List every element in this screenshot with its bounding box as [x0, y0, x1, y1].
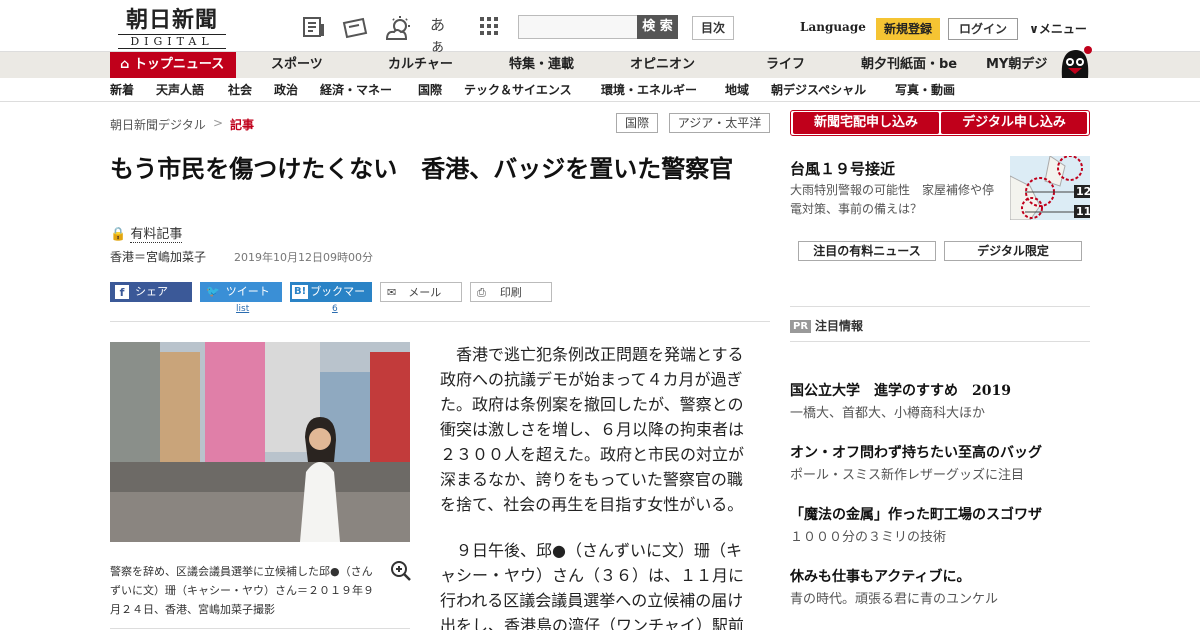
- home-icon: ⌂: [120, 57, 130, 72]
- register-button[interactable]: 新規登録: [876, 18, 940, 40]
- weather-icon[interactable]: [385, 15, 411, 40]
- nav-newspaper[interactable]: 朝夕刊紙面・be: [861, 52, 957, 78]
- hatena-count[interactable]: 6: [332, 304, 338, 314]
- pr-title: 注目情報: [815, 319, 864, 333]
- menu-label: メニュー: [1038, 22, 1087, 36]
- article-title: もう市民を傷つけたくない 香港、バッジを置いた警察官: [110, 155, 734, 183]
- map-label: 12: [1076, 185, 1090, 198]
- asahi-logo[interactable]: 朝日新聞 DIGITAL: [118, 8, 226, 49]
- search-button[interactable]: 検 索: [637, 15, 678, 39]
- logo-subtitle: DIGITAL: [118, 34, 226, 49]
- subscribe-paper-button[interactable]: 新聞宅配申し込み: [793, 112, 939, 134]
- facebook-icon: f: [115, 285, 129, 299]
- pr-item-sub[interactable]: 一橋大、首都大、小樽商科大ほか: [790, 402, 1090, 421]
- twitter-icon: 🐦: [206, 285, 220, 298]
- divider: [790, 306, 1090, 307]
- byline: 香港＝宮嶋加菜子: [110, 250, 207, 264]
- twitter-share-button[interactable]: 🐦 ツイート: [200, 282, 282, 302]
- search-input[interactable]: [518, 15, 638, 39]
- typhoon-subtext[interactable]: 大雨特別警報の可能性 家屋補修や停電対策、事前の備えは？: [790, 181, 1005, 219]
- breadcrumb-home[interactable]: 朝日新聞デジタル: [110, 116, 206, 133]
- logo-title: 朝日新聞: [125, 7, 218, 33]
- nav2-region[interactable]: 地域: [725, 78, 749, 102]
- nav2-society[interactable]: 社会: [228, 78, 252, 102]
- font-size-icon[interactable]: あぁ: [430, 14, 456, 55]
- subscribe-digital-button[interactable]: デジタル申し込み: [941, 112, 1087, 134]
- scrap-icon[interactable]: [341, 15, 368, 39]
- nav-features[interactable]: 特集・連載: [509, 52, 574, 78]
- pr-item-title[interactable]: 「魔法の金属」作った町工場のスゴワザ: [790, 504, 1090, 524]
- nav-sports[interactable]: スポーツ: [271, 52, 323, 78]
- divider: [790, 341, 1090, 342]
- language-link[interactable]: Language: [800, 16, 866, 40]
- print-label: 印刷: [499, 286, 522, 299]
- divider: [110, 321, 770, 322]
- nav-top-news[interactable]: ⌂ トップニュース: [110, 52, 236, 78]
- pr-item-title[interactable]: オン・オフ問わず持ちたい至高のバッグ: [790, 442, 1090, 462]
- tag-asia-pacific[interactable]: アジア・太平洋: [669, 113, 770, 133]
- nav-life[interactable]: ライフ: [766, 52, 805, 78]
- nav2-environment[interactable]: 環境・エネルギー: [601, 78, 697, 102]
- pr-item-sub[interactable]: ポール・スミス新作レザーグッズに注目: [790, 464, 1090, 483]
- print-icon: ⎙: [477, 286, 486, 299]
- twitter-share-label: ツイート: [225, 285, 270, 298]
- pr-item-title[interactable]: 休みも仕事もアクティブに。: [790, 566, 1090, 586]
- toc-button[interactable]: 目次: [692, 16, 734, 40]
- hatena-icon: B!: [292, 285, 309, 299]
- nav-culture[interactable]: カルチャー: [388, 52, 453, 78]
- grid-icon[interactable]: [478, 15, 504, 39]
- site-header: 朝日新聞 DIGITAL あぁ 検 索 目次 Language 新規登録 ログイ…: [0, 0, 1200, 55]
- tab-paid-news[interactable]: 注目の有料ニュース: [798, 241, 936, 261]
- pr-heading: PR 注目情報: [790, 317, 863, 334]
- typhoon-headline[interactable]: 台風１９号接近: [790, 158, 895, 179]
- mail-label: メール: [408, 286, 442, 299]
- mascot-icon: [1056, 44, 1092, 78]
- pr-badge: PR: [790, 320, 812, 333]
- tab-digital-only[interactable]: デジタル限定: [944, 241, 1082, 261]
- paid-label: 有料記事: [130, 227, 183, 243]
- chevron-down-icon: ∨: [1029, 22, 1039, 36]
- facebook-share-label: シェア: [135, 285, 168, 298]
- hatena-bookmark-button[interactable]: B! ブックマーク: [290, 282, 372, 318]
- lock-icon: 🔒: [110, 227, 127, 242]
- nav2-international[interactable]: 国際: [418, 78, 442, 102]
- article-paragraph: ９日午後、邱●（さんずいに文）珊（キャシー・ヤウ）さん（３６）は、１１月に行われ…: [440, 541, 745, 630]
- nav-top-label: トップニュース: [133, 57, 225, 72]
- nav2-photo[interactable]: 写真・動画: [895, 78, 955, 102]
- zoom-icon[interactable]: [390, 560, 412, 582]
- article-photo[interactable]: [110, 342, 410, 542]
- pr-item-sub[interactable]: １０００分の３ミリの技術: [790, 526, 1090, 545]
- newspaper-icon[interactable]: [301, 15, 327, 39]
- paid-badge: 🔒 有料記事: [110, 223, 183, 243]
- twitter-count[interactable]: list: [236, 304, 249, 314]
- photo-caption: 警察を辞め、区議会議員選挙に立候補した邱●（さんずいに文）珊（キャシー・ヤウ）さ…: [110, 565, 374, 616]
- mail-icon: ✉: [387, 286, 397, 299]
- publish-date: 2019年10月12日09時00分: [234, 251, 373, 264]
- tag-international[interactable]: 国際: [616, 113, 658, 133]
- nav2-politics[interactable]: 政治: [274, 78, 298, 102]
- pr-item-sub[interactable]: 青の時代。頑張る君に青のユンケル: [790, 588, 1090, 607]
- secondary-nav: 新着 天声人語 社会 政治 経済・マネー 国際 テック＆サイエンス 環境・エネル…: [0, 78, 1200, 102]
- article-paragraph: 香港で逃亡犯条例改正問題を発端とする政府への抗議デモが始まって４カ月が過ぎた。政…: [440, 345, 745, 514]
- mail-button[interactable]: ✉ メール: [380, 282, 462, 302]
- nav2-tech[interactable]: テック＆サイエンス: [464, 78, 572, 102]
- nav2-economy[interactable]: 経済・マネー: [320, 78, 392, 102]
- nav-my[interactable]: MY朝デジ: [986, 52, 1047, 78]
- breadcrumb-separator: >: [213, 116, 224, 130]
- nav2-tenseijingo[interactable]: 天声人語: [156, 78, 204, 102]
- login-button[interactable]: ログイン: [948, 18, 1018, 40]
- menu-button[interactable]: ∨メニュー: [1026, 18, 1090, 42]
- nav-opinion[interactable]: オピニオン: [630, 52, 695, 78]
- facebook-share-button[interactable]: f シェア: [110, 282, 192, 302]
- nav2-new[interactable]: 新着: [110, 78, 134, 102]
- caption-divider: [110, 628, 410, 629]
- pr-item-title[interactable]: 国公立大学 進学のすすめ 2019: [790, 380, 1090, 400]
- typhoon-map[interactable]: 12 11: [1010, 156, 1090, 220]
- map-label: 11: [1076, 205, 1090, 218]
- print-button[interactable]: ⎙ 印刷: [470, 282, 552, 302]
- breadcrumb-current: 記事: [230, 118, 255, 132]
- nav2-special[interactable]: 朝デジスペシャル: [771, 78, 866, 102]
